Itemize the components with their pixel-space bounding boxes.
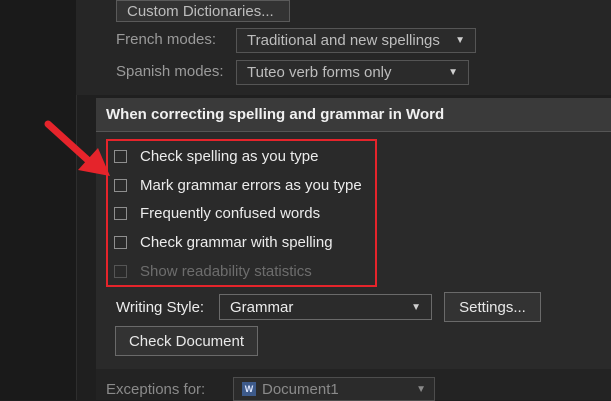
writing-style-dropdown[interactable]: Grammar ▼ bbox=[219, 294, 432, 320]
writing-style-value: Grammar bbox=[230, 298, 294, 316]
spanish-modes-label: Spanish modes: bbox=[116, 63, 224, 80]
french-modes-value: Traditional and new spellings bbox=[247, 32, 440, 49]
custom-dictionaries-button[interactable]: Custom Dictionaries... bbox=[116, 0, 290, 22]
dropdown-arrow-icon: ▼ bbox=[455, 35, 465, 46]
dropdown-arrow-icon: ▼ bbox=[416, 383, 426, 395]
word-document-icon: W bbox=[242, 382, 256, 396]
highlight-box bbox=[106, 139, 377, 287]
spanish-modes-dropdown[interactable]: Tuteo verb forms only ▼ bbox=[236, 60, 469, 85]
exceptions-label: Exceptions for: bbox=[106, 381, 206, 398]
red-annotation-arrow-icon bbox=[44, 120, 110, 176]
section-header: When correcting spelling and grammar in … bbox=[96, 98, 611, 132]
document-value: Document1 bbox=[262, 380, 339, 398]
french-modes-label: French modes: bbox=[116, 31, 217, 48]
spanish-modes-value: Tuteo verb forms only bbox=[247, 64, 392, 81]
writing-style-label: Writing Style: bbox=[116, 299, 205, 316]
check-document-button[interactable]: Check Document bbox=[115, 326, 258, 356]
settings-button[interactable]: Settings... bbox=[444, 292, 541, 322]
exceptions-document-dropdown[interactable]: W Document1 ▼ bbox=[233, 377, 435, 401]
dropdown-arrow-icon: ▼ bbox=[411, 301, 421, 313]
left-panel bbox=[0, 0, 77, 400]
dropdown-arrow-icon: ▼ bbox=[448, 67, 458, 78]
french-modes-dropdown[interactable]: Traditional and new spellings ▼ bbox=[236, 28, 476, 53]
